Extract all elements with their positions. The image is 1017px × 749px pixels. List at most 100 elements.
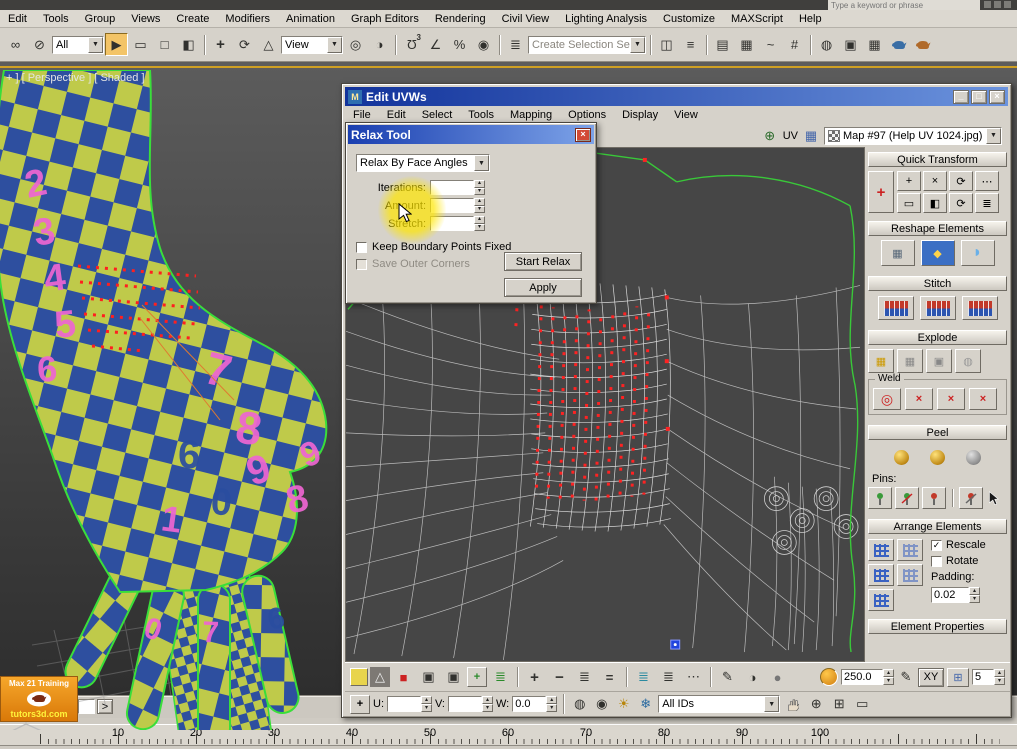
break-button[interactable]: ▦ <box>868 349 894 373</box>
rescale-checkbox[interactable]: ✓ <box>931 539 942 551</box>
reshape-elements-header[interactable]: Reshape Elements <box>868 221 1007 236</box>
dropdown-arrow-icon[interactable] <box>327 36 342 53</box>
menu-tools[interactable]: Tools <box>35 13 77 25</box>
menu-modifiers[interactable]: Modifiers <box>217 13 278 25</box>
pack-rescale-button[interactable] <box>868 564 894 586</box>
grid-size-spinner[interactable] <box>994 669 1005 685</box>
menu-maxscript[interactable]: MAXScript <box>723 13 791 25</box>
stretch-spinner[interactable] <box>474 216 485 231</box>
align-pivot-button[interactable]: + <box>868 171 894 213</box>
grow-select-icon[interactable]: + <box>467 667 487 687</box>
unpin-all-button[interactable] <box>959 487 983 509</box>
amount-spinner[interactable] <box>474 198 485 213</box>
spinner-snap-icon[interactable]: ◉ <box>472 33 495 56</box>
weld-edges-button[interactable]: × <box>969 388 997 410</box>
show-sphere-icon[interactable]: ◍ <box>570 693 589 716</box>
apply-button[interactable]: Apply <box>504 278 582 297</box>
menu-edit[interactable]: Edit <box>0 13 35 25</box>
u-field[interactable] <box>387 696 421 712</box>
align-element-button[interactable]: ◧ <box>923 193 947 213</box>
shrink-rows-icon[interactable]: ≣ <box>489 666 512 689</box>
align-u-icon[interactable]: ≣ <box>632 666 655 689</box>
snap-toggle-icon[interactable]: Ω3 <box>400 33 423 56</box>
select-object-icon[interactable]: ▶ <box>105 33 128 56</box>
align-horizontal-button[interactable]: + <box>897 171 921 191</box>
space-vertical-button[interactable]: ≣ <box>975 193 999 213</box>
window-crossing-icon[interactable]: ◧ <box>177 33 200 56</box>
scale-icon[interactable]: △ <box>257 33 280 56</box>
dropdown-arrow-icon[interactable] <box>474 155 489 171</box>
coord-system-dropdown[interactable]: View <box>281 35 343 54</box>
selection-set-dropdown[interactable]: Create Selection Se <box>528 35 646 54</box>
circle-tool-icon[interactable]: ● <box>766 666 789 689</box>
unpin-selected-button[interactable] <box>895 487 919 509</box>
rect-region-icon[interactable]: □ <box>153 33 176 56</box>
uvw-menu-file[interactable]: File <box>345 109 379 121</box>
relax-title-bar[interactable]: Relax Tool × <box>348 125 594 144</box>
padding-field[interactable]: 0.02 <box>931 587 969 603</box>
percent-snap-icon[interactable]: % <box>448 33 471 56</box>
menu-create[interactable]: Create <box>168 13 217 25</box>
uvw-menu-view[interactable]: View <box>666 109 706 121</box>
weld-target-button[interactable]: ◎ <box>873 388 901 410</box>
arrange-elements-header[interactable]: Arrange Elements <box>868 519 1007 534</box>
stitch-target-button[interactable] <box>961 296 998 320</box>
unlink-icon[interactable]: ⊘ <box>28 33 51 56</box>
loop-icon[interactable]: ≣ <box>573 666 596 689</box>
peel-header[interactable]: Peel <box>868 425 1007 440</box>
link-icon[interactable]: ∞ <box>4 33 27 56</box>
menu-customize[interactable]: Customize <box>655 13 723 25</box>
menu-graph-editors[interactable]: Graph Editors <box>343 13 427 25</box>
weld-vertices-button[interactable]: × <box>937 388 965 410</box>
minimize-button[interactable]: _ <box>953 89 969 104</box>
mirror-icon[interactable]: ◫ <box>655 33 678 56</box>
show-map-icon[interactable]: ⊕ <box>761 127 779 145</box>
paste-uv-icon[interactable]: ▣ <box>442 666 465 689</box>
pin-selected-button[interactable] <box>868 487 892 509</box>
angle-snap-icon[interactable]: ∠ <box>424 33 447 56</box>
explode-sphere-button[interactable]: ◍ <box>955 349 981 373</box>
material-id-dropdown[interactable]: All IDs <box>658 695 781 713</box>
space-dots-button[interactable]: ⋯ <box>975 171 999 191</box>
absolute-mode-icon[interactable]: + <box>350 694 370 714</box>
explode-header[interactable]: Explode <box>868 330 1007 345</box>
start-relax-button[interactable]: Start Relax <box>504 252 582 271</box>
straighten-selection-button[interactable]: ▦ <box>880 240 915 266</box>
stitch-source-button[interactable] <box>919 296 956 320</box>
align-edge-button[interactable]: ▭ <box>897 193 921 213</box>
curve-editor-icon[interactable]: ~ <box>759 33 782 56</box>
named-selection-icon[interactable]: ≣ <box>504 33 527 56</box>
shrink-icon[interactable]: − <box>548 666 571 689</box>
ribbon-icon[interactable]: ▦ <box>735 33 758 56</box>
material-editor-icon[interactable]: ◍ <box>815 33 838 56</box>
explode-face-button[interactable]: ▦ <box>897 349 923 373</box>
rotate-90-cw-button[interactable]: ⟳ <box>949 193 973 213</box>
dropdown-arrow-icon[interactable] <box>764 696 780 712</box>
pin-all-button[interactable] <box>922 487 946 509</box>
peel-mode-button[interactable]: ◗ <box>960 240 995 266</box>
mirror-half-icon[interactable]: ◑ <box>741 666 764 689</box>
uvw-title-bar[interactable]: M Edit UVWs _ □ × <box>345 87 1008 106</box>
render-setup-icon[interactable]: ▣ <box>839 33 862 56</box>
pan-hand-icon[interactable] <box>783 693 803 716</box>
xy-axis-button[interactable]: XY <box>918 667 944 687</box>
v-field[interactable] <box>448 696 482 712</box>
layer-manager-icon[interactable]: ▤ <box>711 33 734 56</box>
freeform-pencil-icon[interactable]: ✎ <box>716 666 739 689</box>
uv-pivot-marker[interactable] <box>670 639 681 650</box>
w-field[interactable]: 0.0 <box>512 696 547 712</box>
explode-element-button[interactable]: ▣ <box>926 349 952 373</box>
search-input[interactable] <box>828 0 980 10</box>
quick-transform-header[interactable]: Quick Transform <box>868 152 1007 167</box>
uvw-menu-options[interactable]: Options <box>560 109 614 121</box>
ring-icon[interactable]: = <box>598 666 621 689</box>
relax-tool-button[interactable]: ◆ <box>920 240 955 266</box>
paint-select-icon[interactable]: ■ <box>392 666 415 689</box>
element-properties-header[interactable]: Element Properties <box>868 619 1007 634</box>
menu-group[interactable]: Group <box>77 13 124 25</box>
padding-spinner[interactable] <box>969 587 980 603</box>
menu-civil-view[interactable]: Civil View <box>494 13 557 25</box>
viewport-label[interactable]: + ] [ Perspective ] [ Shaded ] <box>6 72 145 84</box>
uvw-menu-edit[interactable]: Edit <box>379 109 414 121</box>
highlight-icon[interactable]: ☀ <box>614 693 633 716</box>
